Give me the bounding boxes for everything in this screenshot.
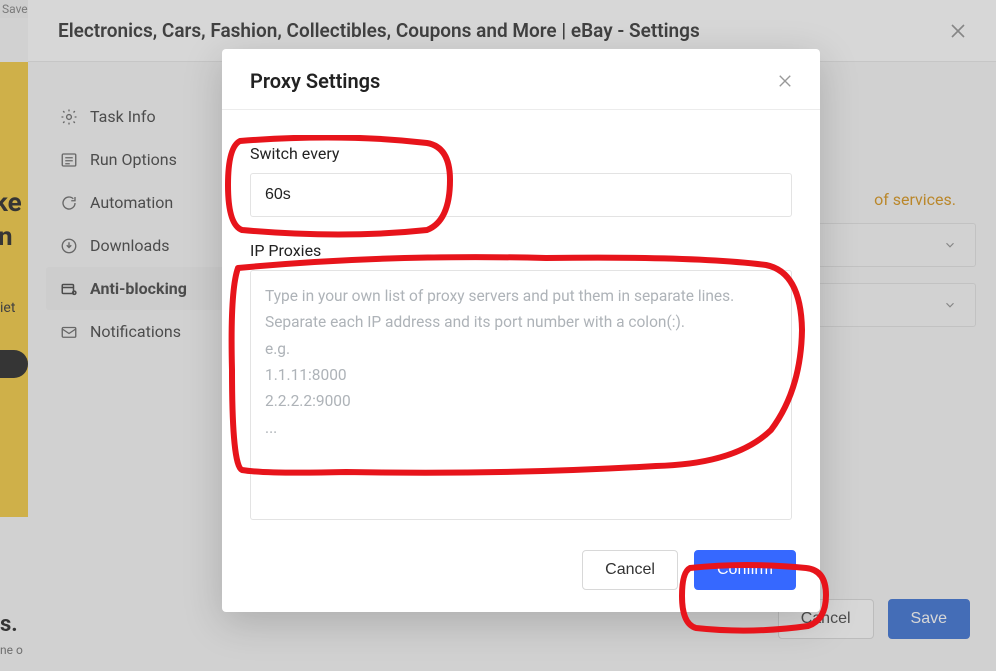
proxy-settings-modal: Proxy Settings Switch every IP Proxies C… — [222, 49, 820, 612]
modal-header: Proxy Settings — [222, 49, 820, 110]
modal-cancel-button[interactable]: Cancel — [582, 550, 678, 590]
ip-proxies-label: IP Proxies — [250, 241, 792, 260]
switch-every-label: Switch every — [250, 144, 792, 163]
ip-proxies-textarea[interactable] — [250, 270, 792, 520]
modal-footer: Cancel Confirm — [222, 534, 820, 612]
modal-title: Proxy Settings — [250, 69, 380, 93]
modal-confirm-button[interactable]: Confirm — [694, 550, 796, 590]
switch-every-input[interactable] — [250, 173, 792, 217]
close-modal-button[interactable] — [778, 74, 792, 88]
modal-body: Switch every IP Proxies — [222, 110, 820, 534]
